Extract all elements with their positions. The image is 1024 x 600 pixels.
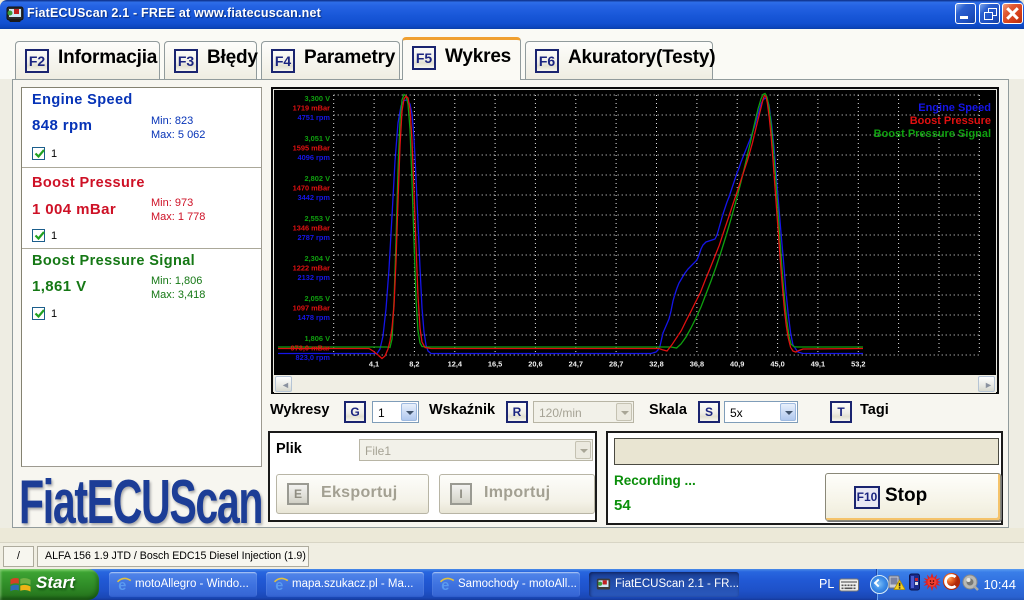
svg-text:2,553 V: 2,553 V xyxy=(305,214,331,223)
svg-text:1346 mBar: 1346 mBar xyxy=(293,223,331,232)
svg-text:4,1: 4,1 xyxy=(369,360,379,369)
svg-text:2,802 V: 2,802 V xyxy=(305,174,331,183)
svg-text:40,9: 40,9 xyxy=(730,360,744,369)
svg-text:53,2: 53,2 xyxy=(851,360,865,369)
svg-text:973,0 mBar: 973,0 mBar xyxy=(291,343,331,352)
svg-text:1478 rpm: 1478 rpm xyxy=(298,313,331,322)
svg-text:1,806 V: 1,806 V xyxy=(305,334,331,343)
svg-text:Engine Speed: Engine Speed xyxy=(918,102,991,114)
svg-text:20,6: 20,6 xyxy=(528,360,542,369)
svg-text:2,304 V: 2,304 V xyxy=(305,254,331,263)
svg-text:4751 rpm: 4751 rpm xyxy=(298,113,331,122)
svg-text:1719 mBar: 1719 mBar xyxy=(293,103,331,112)
svg-text:4096 rpm: 4096 rpm xyxy=(298,153,331,162)
svg-text:1595 mBar: 1595 mBar xyxy=(293,143,331,152)
svg-text:28,7: 28,7 xyxy=(609,360,623,369)
svg-text:823,0 rpm: 823,0 rpm xyxy=(295,353,330,362)
svg-text:45,0: 45,0 xyxy=(770,360,784,369)
svg-text:12,4: 12,4 xyxy=(448,360,463,369)
svg-text:16,5: 16,5 xyxy=(488,360,502,369)
svg-text:36,8: 36,8 xyxy=(690,360,704,369)
svg-text:32,8: 32,8 xyxy=(649,360,663,369)
svg-text:3442 rpm: 3442 rpm xyxy=(298,193,331,202)
svg-text:2132 rpm: 2132 rpm xyxy=(298,273,331,282)
svg-text:24,7: 24,7 xyxy=(569,360,583,369)
svg-text:8,2: 8,2 xyxy=(409,360,419,369)
svg-text:Boost Pressure Signal: Boost Pressure Signal xyxy=(874,128,991,140)
svg-text:1470 mBar: 1470 mBar xyxy=(293,183,331,192)
svg-text:1097 mBar: 1097 mBar xyxy=(293,303,331,312)
svg-text:Boost Pressure: Boost Pressure xyxy=(910,115,991,127)
svg-text:2,055 V: 2,055 V xyxy=(305,294,331,303)
svg-text:2787 rpm: 2787 rpm xyxy=(298,233,331,242)
svg-text:1222 mBar: 1222 mBar xyxy=(293,263,331,272)
svg-text:49,1: 49,1 xyxy=(811,360,825,369)
svg-text:3,051 V: 3,051 V xyxy=(305,134,331,143)
svg-text:3,300 V: 3,300 V xyxy=(305,94,331,103)
